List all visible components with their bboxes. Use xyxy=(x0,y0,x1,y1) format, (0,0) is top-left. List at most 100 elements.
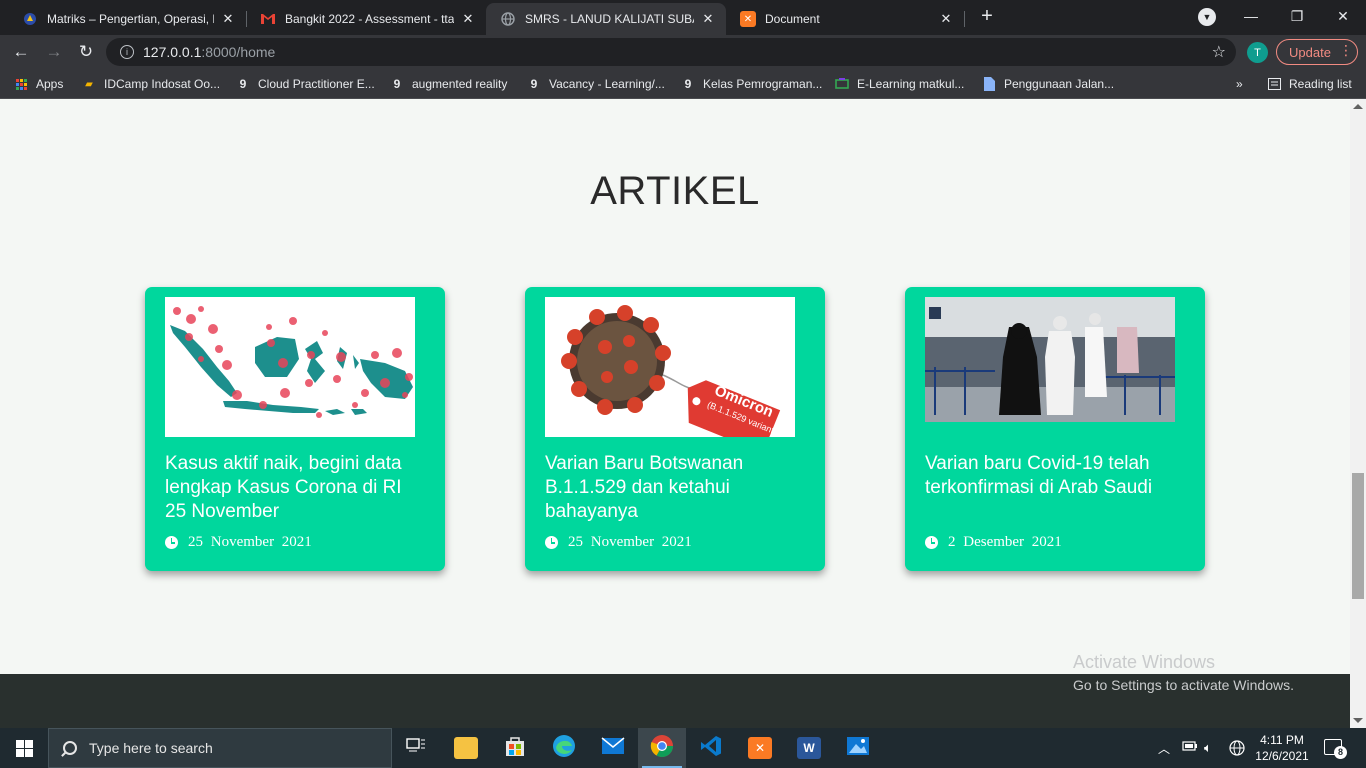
store-bag-icon xyxy=(504,735,526,762)
bookmark-label: E-Learning matkul... xyxy=(857,77,965,91)
tab-title: Document xyxy=(765,12,820,26)
reading-list-label: Reading list xyxy=(1289,77,1352,91)
article-title[interactable]: Varian Baru Botswanan B.1.1.529 dan keta… xyxy=(545,452,807,524)
bookmark-vacancy[interactable]: 9 Vacancy - Learning/... xyxy=(527,75,665,93)
scrollbar-thumb[interactable] xyxy=(1352,473,1364,599)
bookmark-label: Apps xyxy=(36,77,64,91)
bookmark-elearning[interactable]: E-Learning matkul... xyxy=(835,75,964,93)
taskbar-clock[interactable]: 4:11 PM 12/6/2021 xyxy=(1254,732,1310,764)
watermark-title: Activate Windows xyxy=(1073,652,1216,672)
scroll-up-arrow-icon[interactable] xyxy=(1353,104,1363,109)
bookmark-apps[interactable]: Apps xyxy=(14,75,63,93)
bookmarks-bar: Apps ▰ IDCamp Indosat Oo... 9 Cloud Prac… xyxy=(0,69,1366,99)
article-date-text: 2 Desember 2021 xyxy=(948,534,1062,550)
omicron-virus-image: Omicron (B.1.1.529 variant) xyxy=(545,297,795,442)
notification-count: 8 xyxy=(1334,746,1347,759)
network-globe-icon[interactable] xyxy=(1229,740,1245,759)
browser-toolbar: ← → ↻ i 127.0.0.1:8000/home ☆ T Update ⋮ xyxy=(0,35,1366,69)
tab-title: Bangkit 2022 - Assessment - ttan xyxy=(285,12,454,26)
article-card[interactable]: Kasus aktif naik, begini data lengkap Ka… xyxy=(145,287,445,571)
xampp-button[interactable]: ✕ xyxy=(736,728,784,768)
clock-icon xyxy=(545,536,558,549)
xampp-icon: ✕ xyxy=(748,737,772,759)
indonesia-covid-map-image xyxy=(165,297,415,442)
page-title: ARTIKEL xyxy=(590,169,760,213)
article-date: 2 Desember 2021 xyxy=(925,534,1062,551)
volume-icon[interactable]: 🔈︎ xyxy=(1204,740,1212,756)
menu-dots-icon[interactable]: ⋮ xyxy=(1339,42,1353,59)
notification-center-icon[interactable]: 8 xyxy=(1324,739,1347,759)
battery-icon[interactable] xyxy=(1182,740,1198,755)
windows-logo-icon xyxy=(15,739,33,757)
document-icon xyxy=(982,77,996,91)
file-explorer-button[interactable] xyxy=(442,728,490,768)
bookmark-penggunaan-jalan[interactable]: Penggunaan Jalan... xyxy=(982,75,1114,93)
minimize-button[interactable]: — xyxy=(1228,0,1274,32)
bookmark-augmented-reality[interactable]: 9 augmented reality xyxy=(390,75,508,93)
taskbar-search-box[interactable]: Type here to search xyxy=(48,728,392,768)
article-title[interactable]: Kasus aktif naik, begini data lengkap Ka… xyxy=(165,452,427,524)
restore-button[interactable]: ❐ xyxy=(1274,0,1320,32)
bookmark-cloud-practitioner[interactable]: 9 Cloud Practitioner E... xyxy=(236,75,375,93)
bookmark-label: Kelas Pemrograman... xyxy=(703,77,823,91)
clock-date: 12/6/2021 xyxy=(1255,749,1309,763)
clock-time: 4:11 PM xyxy=(1260,733,1304,747)
globe-icon xyxy=(500,11,516,27)
taskbar-search-placeholder: Type here to search xyxy=(89,740,213,756)
reading-list-button[interactable]: Reading list xyxy=(1267,75,1352,93)
scroll-down-arrow-icon[interactable] xyxy=(1353,718,1363,723)
word-button[interactable]: W xyxy=(785,728,833,768)
bookmark-idcamp[interactable]: ▰ IDCamp Indosat Oo... xyxy=(82,75,220,93)
close-tab-icon[interactable]: ✕ xyxy=(700,11,716,27)
tab-title: Matriks – Pengertian, Operasi, De xyxy=(47,12,214,26)
tab-document[interactable]: ✕ Document ✕ xyxy=(726,3,965,35)
close-tab-icon[interactable]: ✕ xyxy=(460,11,476,27)
clock-icon xyxy=(925,536,938,549)
article-card[interactable]: Omicron (B.1.1.529 variant) Varian Baru … xyxy=(525,287,825,571)
forward-arrow-icon[interactable]: → xyxy=(42,40,66,64)
page-scrollbar[interactable] xyxy=(1350,99,1366,728)
store-button[interactable] xyxy=(491,728,539,768)
close-window-button[interactable]: ✕ xyxy=(1320,0,1366,32)
airport-travelers-image xyxy=(925,297,1175,427)
close-tab-icon[interactable]: ✕ xyxy=(220,11,236,27)
bookmark-label: Cloud Practitioner E... xyxy=(258,77,375,91)
browser-tab-strip: Matriks – Pengertian, Operasi, De ✕ Bang… xyxy=(0,0,1366,35)
vscode-icon xyxy=(699,734,723,763)
tab-bangkit[interactable]: Bangkit 2022 - Assessment - ttan ✕ xyxy=(246,3,486,35)
new-tab-button[interactable]: + xyxy=(976,6,998,28)
update-button[interactable]: Update ⋮ xyxy=(1276,39,1358,65)
edge-icon xyxy=(552,734,576,763)
mail-button[interactable] xyxy=(589,728,637,768)
photos-button[interactable] xyxy=(834,728,882,768)
url-path: :8000/home xyxy=(201,44,276,60)
reading-list-icon xyxy=(1267,77,1281,91)
site-info-icon[interactable]: i xyxy=(120,45,134,59)
article-date-text: 25 November 2021 xyxy=(188,534,312,550)
tab-smrs[interactable]: SMRS - LANUD KALIJATI SUBANG ✕ xyxy=(486,3,726,35)
bookmark-kelas-pemrograman[interactable]: 9 Kelas Pemrograman... xyxy=(681,75,823,93)
address-bar[interactable]: i 127.0.0.1:8000/home ☆ xyxy=(106,38,1236,66)
article-title[interactable]: Varian baru Covid-19 telah terkonfirmasi… xyxy=(925,452,1187,500)
idcamp-icon: ▰ xyxy=(85,78,93,90)
profile-avatar[interactable]: T xyxy=(1247,42,1268,63)
dicoding-icon: 9 xyxy=(239,77,247,91)
bookmark-star-icon[interactable]: ☆ xyxy=(1212,42,1226,62)
chrome-button[interactable] xyxy=(638,728,686,768)
bookmarks-overflow-chevron[interactable]: » xyxy=(1236,75,1243,93)
tab-search-icon[interactable]: ▼ xyxy=(1198,8,1216,26)
task-view-button[interactable] xyxy=(392,728,440,768)
back-arrow-icon[interactable]: ← xyxy=(9,40,33,64)
article-card[interactable]: Varian baru Covid-19 telah terkonfirmasi… xyxy=(905,287,1205,571)
gmail-icon xyxy=(260,11,276,27)
reload-icon[interactable]: ↻ xyxy=(74,40,98,64)
photos-icon xyxy=(846,736,870,761)
start-button[interactable] xyxy=(0,728,48,768)
vscode-button[interactable] xyxy=(687,728,735,768)
close-tab-icon[interactable]: ✕ xyxy=(938,11,954,27)
dicoding-icon: 9 xyxy=(393,77,401,91)
edge-button[interactable] xyxy=(540,728,588,768)
url-host: 127.0.0.1 xyxy=(143,44,202,60)
show-hidden-icons-chevron[interactable]: ︿ xyxy=(1158,740,1170,757)
tab-matriks[interactable]: Matriks – Pengertian, Operasi, De ✕ xyxy=(8,3,247,35)
